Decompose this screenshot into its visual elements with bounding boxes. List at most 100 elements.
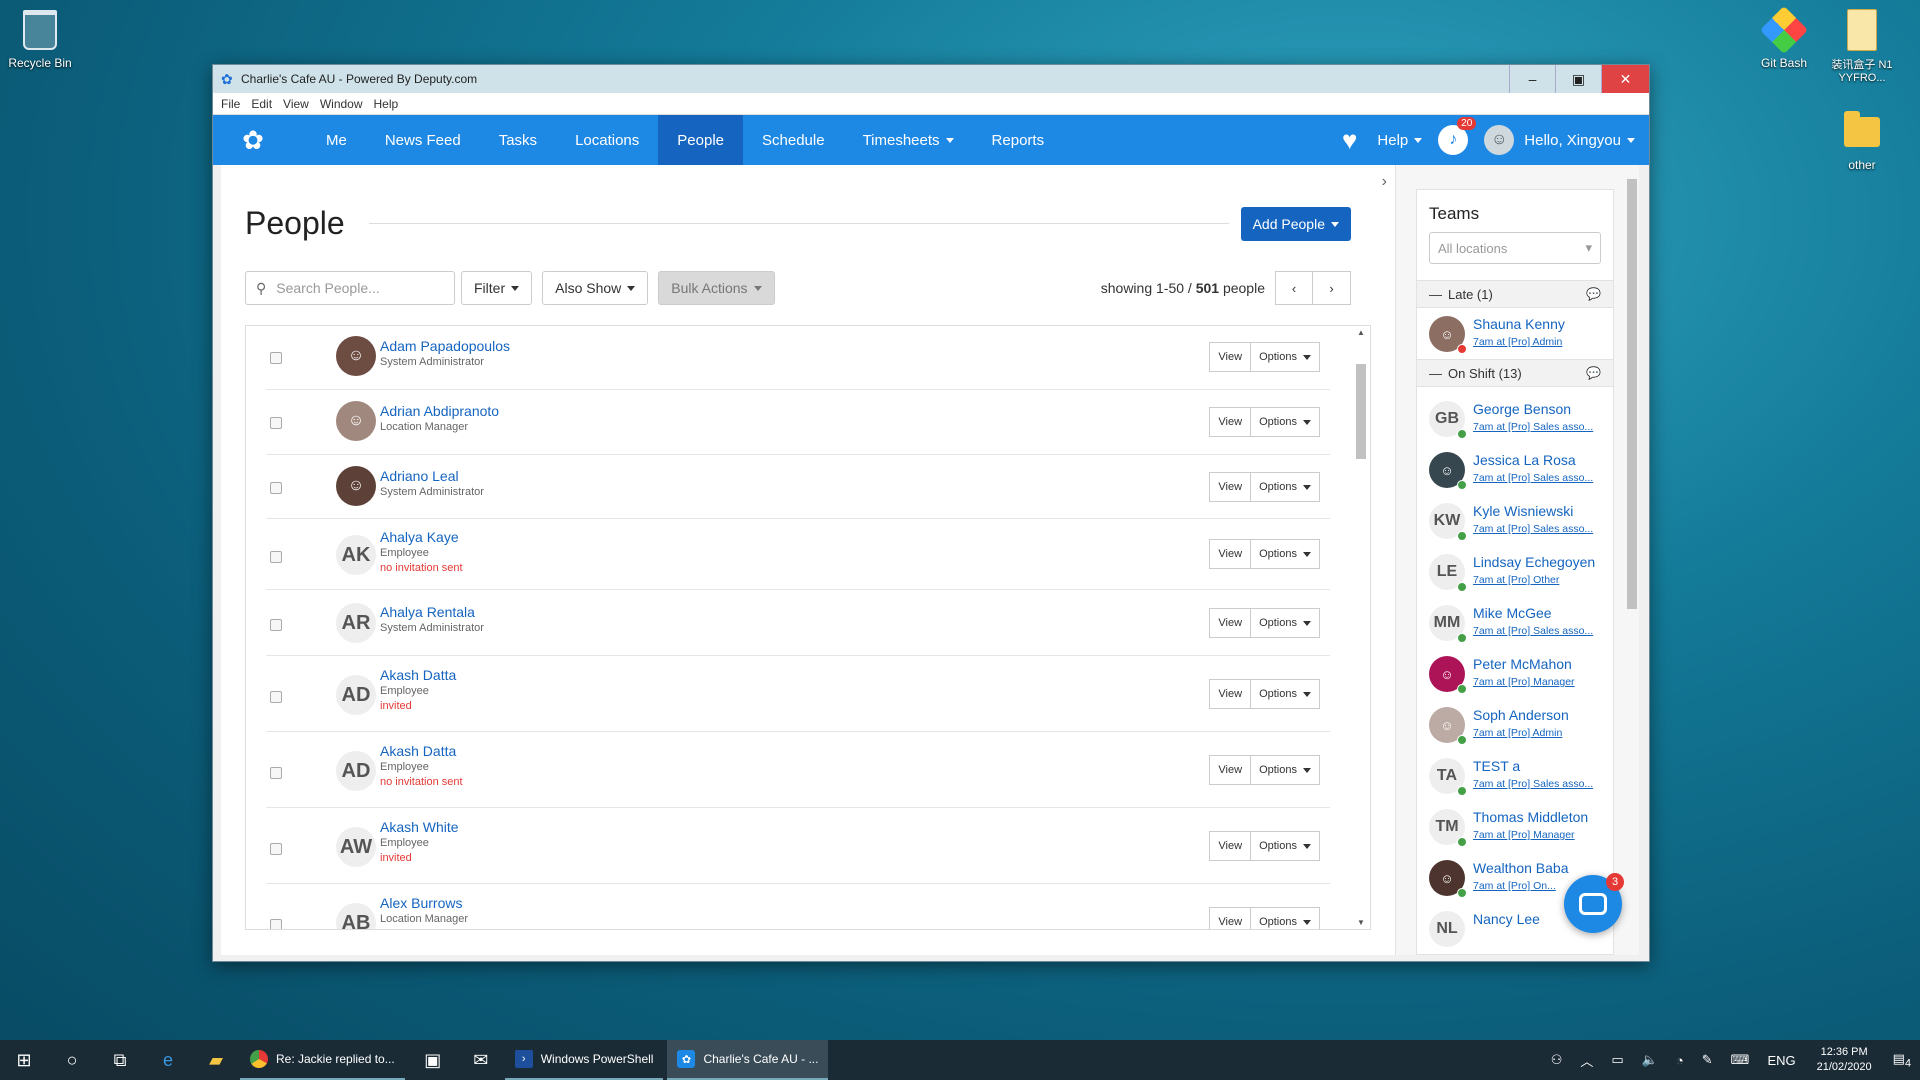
view-button[interactable]: View [1209, 342, 1252, 372]
member-shift[interactable]: 7am at [Pro] Other [1473, 574, 1603, 586]
also-show-button[interactable]: Also Show [542, 271, 649, 305]
team-member[interactable]: TA TEST a 7am at [Pro] Sales asso... [1417, 750, 1613, 801]
app-icon[interactable]: ▣ [409, 1040, 457, 1080]
options-button[interactable]: Options [1251, 907, 1320, 929]
row-checkbox[interactable] [270, 843, 282, 855]
member-shift[interactable]: 7am at [Pro] Sales asso... [1473, 472, 1603, 484]
chevron-up-icon[interactable]: ︿ [1580, 1051, 1593, 1070]
prev-page-button[interactable]: ‹ [1275, 271, 1313, 305]
person-name[interactable]: Adam Papadopoulos [380, 338, 510, 354]
nav-timesheets[interactable]: Timesheets [844, 115, 973, 165]
next-page-button[interactable]: › [1313, 271, 1351, 305]
member-name[interactable]: Kyle Wisniewski [1473, 503, 1613, 519]
menu-view[interactable]: View [283, 97, 309, 111]
team-group-late[interactable]: — Late (1) 💬 [1417, 280, 1613, 308]
comment-icon[interactable]: 💬 [1586, 287, 1601, 301]
sidebar-scrollbar[interactable] [1627, 165, 1637, 955]
view-button[interactable]: View [1209, 831, 1252, 861]
member-name[interactable]: Thomas Middleton [1473, 809, 1613, 825]
row-checkbox[interactable] [270, 619, 282, 631]
menu-file[interactable]: File [221, 97, 240, 111]
options-button[interactable]: Options [1251, 679, 1320, 709]
nav-locations[interactable]: Locations [556, 115, 658, 165]
person-name[interactable]: Akash White [380, 819, 459, 835]
minimize-button[interactable]: – [1509, 65, 1555, 93]
person-name[interactable]: Adriano Leal [380, 468, 484, 484]
person-row[interactable]: AR Ahalya Rentala System Administrator Vi… [266, 590, 1330, 656]
row-checkbox[interactable] [270, 691, 282, 703]
person-row[interactable]: AW Akash White Employee invited View Option… [266, 808, 1330, 884]
edge-icon[interactable]: e [144, 1040, 192, 1080]
person-row[interactable]: ☺ Adriano Leal System Administrator View O… [266, 455, 1330, 519]
desktop-icon-recycle-bin[interactable]: Recycle Bin [0, 8, 80, 70]
menu-help[interactable]: Help [374, 97, 399, 111]
notification-center-icon[interactable]: ▤4 [1893, 1051, 1911, 1070]
options-button[interactable]: Options [1251, 755, 1320, 785]
nav-tasks[interactable]: Tasks [480, 115, 556, 165]
view-button[interactable]: View [1209, 539, 1252, 569]
comment-icon[interactable]: 💬 [1586, 366, 1601, 380]
pen-icon[interactable]: ✎ [1702, 1052, 1713, 1068]
options-button[interactable]: Options [1251, 539, 1320, 569]
team-member[interactable]: ☺ Shauna Kenny 7am at [Pro] Admin [1417, 308, 1613, 359]
window-titlebar[interactable]: ✿ Charlie's Cafe AU - Powered By Deputy.… [213, 65, 1649, 93]
nav-me[interactable]: Me [307, 115, 366, 165]
member-shift[interactable]: 7am at [Pro] Admin [1473, 336, 1603, 348]
view-button[interactable]: View [1209, 472, 1252, 502]
member-shift[interactable]: 7am at [Pro] Manager [1473, 676, 1603, 688]
menu-window[interactable]: Window [320, 97, 363, 111]
bulk-actions-button[interactable]: Bulk Actions [658, 271, 775, 305]
scroll-up-icon[interactable]: ▲ [1356, 328, 1366, 337]
scrollbar-thumb[interactable] [1627, 179, 1637, 609]
member-shift[interactable]: 7am at [Pro] Manager [1473, 829, 1603, 841]
user-avatar[interactable]: ☺ [1484, 125, 1515, 155]
notifications-icon[interactable]: ♪ 20 [1438, 117, 1477, 155]
desktop-icon-folder-other[interactable]: other [1822, 110, 1902, 172]
nav-people[interactable]: People [658, 115, 743, 165]
view-button[interactable]: View [1209, 608, 1252, 638]
member-name[interactable]: Peter McMahon [1473, 656, 1613, 672]
member-name[interactable]: Mike McGee [1473, 605, 1613, 621]
team-group-on-shift[interactable]: — On Shift (13) 💬 [1417, 359, 1613, 387]
team-member[interactable]: KW Kyle Wisniewski 7am at [Pro] Sales asso… [1417, 495, 1613, 546]
volume-icon[interactable]: 🔈 [1642, 1052, 1658, 1068]
person-name[interactable]: Adrian Abdipranoto [380, 403, 499, 419]
heart-icon[interactable]: ♥ [1342, 125, 1357, 156]
row-checkbox[interactable] [270, 352, 282, 364]
battery-icon[interactable]: ▭ [1611, 1052, 1623, 1068]
options-button[interactable]: Options [1251, 472, 1320, 502]
chevron-right-icon[interactable]: › [1382, 173, 1387, 191]
list-scrollbar[interactable]: ▲ ▼ [1356, 328, 1366, 927]
member-name[interactable]: Shauna Kenny [1473, 316, 1613, 332]
options-button[interactable]: Options [1251, 608, 1320, 638]
person-row[interactable]: ☺ Adrian Abdipranoto Location Manager Vie… [266, 390, 1330, 455]
help-menu[interactable]: Help [1377, 132, 1422, 149]
view-button[interactable]: View [1209, 679, 1252, 709]
member-name[interactable]: TEST a [1473, 758, 1613, 774]
maximize-button[interactable]: ▣ [1555, 65, 1601, 93]
row-checkbox[interactable] [270, 482, 282, 494]
taskbar-app-powershell[interactable]: › Windows PowerShell [504, 1040, 664, 1080]
person-name[interactable]: Ahalya Kaye [380, 529, 463, 545]
start-icon[interactable]: ⊞ [0, 1040, 48, 1080]
search-icon[interactable]: ○ [48, 1040, 96, 1080]
person-row[interactable]: AB Alex Burrows Location Manager View Opti… [266, 884, 1330, 929]
row-checkbox[interactable] [270, 551, 282, 563]
nav-news-feed[interactable]: News Feed [366, 115, 480, 165]
deputy-logo[interactable]: ✿ [223, 115, 283, 165]
scrollbar-thumb[interactable] [1356, 364, 1366, 459]
view-button[interactable]: View [1209, 407, 1252, 437]
person-row[interactable]: AD Akash Datta Employee no invitation sent… [266, 732, 1330, 808]
view-button[interactable]: View [1209, 907, 1252, 929]
team-member[interactable]: ☺ Jessica La Rosa 7am at [Pro] Sales asso.… [1417, 444, 1613, 495]
view-button[interactable]: View [1209, 755, 1252, 785]
location-select[interactable]: All locations ▾ [1429, 232, 1601, 264]
task-view-icon[interactable]: ⧉ [96, 1040, 144, 1080]
taskbar-app-chrome[interactable]: Re: Jackie replied to... [240, 1040, 405, 1080]
person-name[interactable]: Ahalya Rentala [380, 604, 484, 620]
options-button[interactable]: Options [1251, 407, 1320, 437]
taskbar-app-deputy[interactable]: ✿ Charlie's Cafe AU - ... [667, 1040, 829, 1080]
options-button[interactable]: Options [1251, 342, 1320, 372]
row-checkbox[interactable] [270, 919, 282, 929]
member-shift[interactable]: 7am at [Pro] Sales asso... [1473, 778, 1603, 790]
